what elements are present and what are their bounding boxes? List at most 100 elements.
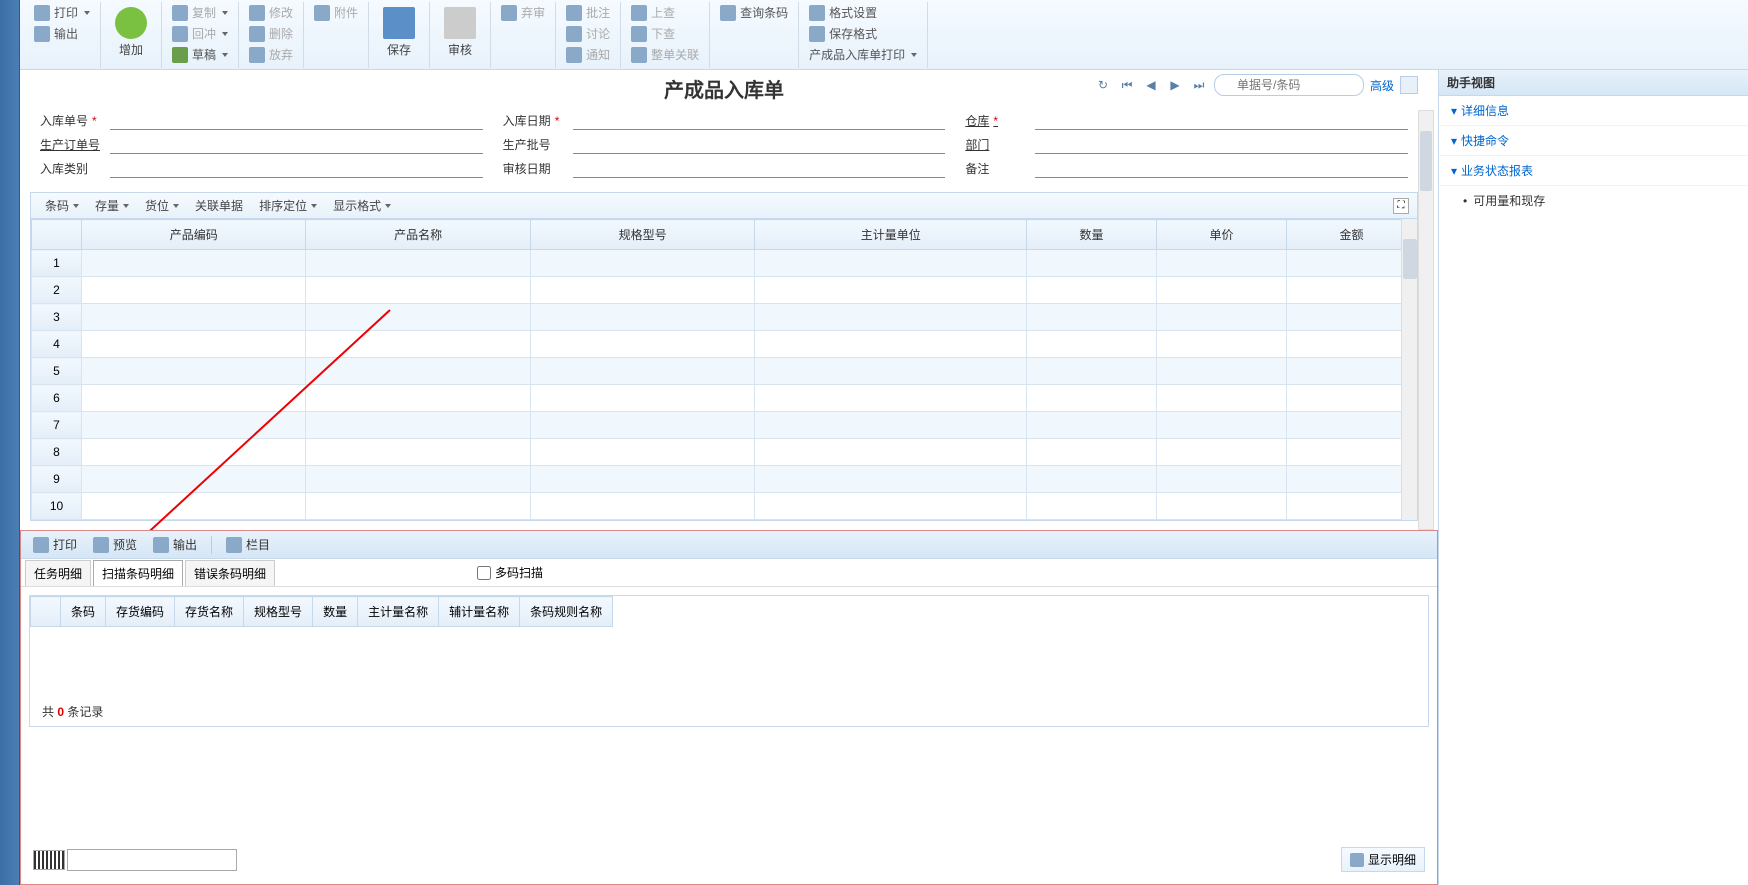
billno-input[interactable] (110, 110, 483, 130)
grid-cell[interactable] (1157, 358, 1287, 385)
table-row[interactable]: 3 (32, 304, 1417, 331)
grid-cell[interactable] (530, 466, 754, 493)
table-row[interactable]: 8 (32, 439, 1417, 466)
grid-cell[interactable] (1286, 466, 1416, 493)
attach-button[interactable]: 附件 (310, 2, 362, 23)
grid-col-header[interactable]: 主计量单位 (755, 220, 1027, 250)
grid-cell[interactable] (1027, 277, 1157, 304)
assist-detail[interactable]: ▾详细信息 (1439, 96, 1748, 126)
grid-cell[interactable] (306, 439, 530, 466)
grid-cell[interactable] (1027, 412, 1157, 439)
grid-cell[interactable] (755, 250, 1027, 277)
show-detail-button[interactable]: 显示明细 (1341, 847, 1425, 872)
bp-col-header[interactable]: 数量 (313, 597, 358, 627)
grid-cell[interactable] (1286, 493, 1416, 520)
tab-task-detail[interactable]: 任务明细 (25, 560, 91, 586)
grid-cell[interactable] (755, 331, 1027, 358)
warehouse-input[interactable] (1035, 110, 1408, 130)
bp-col-header[interactable]: 规格型号 (244, 597, 313, 627)
grid-scrollbar[interactable] (1401, 219, 1417, 520)
grid-cell[interactable] (530, 304, 754, 331)
table-row[interactable]: 6 (32, 385, 1417, 412)
grid-cell[interactable] (82, 412, 306, 439)
billdate-input[interactable] (573, 110, 946, 130)
table-row[interactable]: 1 (32, 250, 1417, 277)
bp-col-header[interactable]: 条码规则名称 (520, 597, 613, 627)
print-button[interactable]: 打印 (30, 2, 94, 23)
grid-cell[interactable] (306, 304, 530, 331)
grid-cell[interactable] (1286, 412, 1416, 439)
gt-display[interactable]: 显示格式 (327, 195, 397, 216)
next-button[interactable]: ▶ (1166, 76, 1184, 94)
grid-cell[interactable] (306, 493, 530, 520)
table-row[interactable]: 10 (32, 493, 1417, 520)
grid-cell[interactable] (306, 331, 530, 358)
export-button[interactable]: 输出 (30, 23, 94, 44)
tab-error-barcode[interactable]: 错误条码明细 (185, 560, 275, 586)
draft-button[interactable]: 草稿 (168, 44, 232, 65)
gt-sort[interactable]: 排序定位 (253, 195, 323, 216)
grid-cell[interactable] (755, 304, 1027, 331)
submit-button[interactable]: 上查 (627, 2, 703, 23)
grid-cell[interactable] (1286, 358, 1416, 385)
grid-cell[interactable] (306, 412, 530, 439)
grid-cell[interactable] (1027, 439, 1157, 466)
gt-related[interactable]: 关联单据 (189, 195, 249, 216)
grid-cell[interactable] (306, 358, 530, 385)
multiscan-toggle[interactable]: 多码扫描 (477, 564, 543, 581)
grid-cell[interactable] (1027, 358, 1157, 385)
grid-cell[interactable] (1027, 304, 1157, 331)
grid-cell[interactable] (1286, 250, 1416, 277)
multiscan-checkbox[interactable] (477, 566, 491, 580)
bp-print[interactable]: 打印 (27, 534, 83, 555)
grid-cell[interactable] (306, 277, 530, 304)
discuss-button[interactable]: 讨论 (562, 23, 614, 44)
doc-scrollbar[interactable] (1418, 110, 1434, 530)
print-doc-button[interactable]: 产成品入库单打印 (805, 44, 921, 65)
table-row[interactable]: 7 (32, 412, 1417, 439)
grid-cell[interactable] (1157, 304, 1287, 331)
calendar-icon[interactable] (1400, 76, 1418, 94)
grid-cell[interactable] (755, 277, 1027, 304)
grid-cell[interactable] (530, 439, 754, 466)
approve-button[interactable]: 批注 (562, 2, 614, 23)
grid-cell[interactable] (755, 385, 1027, 412)
audit-button[interactable]: 审核 (436, 2, 484, 62)
grid-col-header[interactable]: 单价 (1157, 220, 1287, 250)
gt-loc[interactable]: 货位 (139, 195, 185, 216)
bp-col-header[interactable]: 条码 (61, 597, 106, 627)
bp-col-header[interactable]: 存货编码 (106, 597, 175, 627)
format-set-button[interactable]: 格式设置 (805, 2, 921, 23)
grid-cell[interactable] (530, 250, 754, 277)
prev-button[interactable]: ◀ (1142, 76, 1160, 94)
memo-input[interactable] (1035, 158, 1408, 178)
grid-col-header[interactable]: 金额 (1286, 220, 1416, 250)
save-format-button[interactable]: 保存格式 (805, 23, 921, 44)
grid-col-header[interactable]: 产品编码 (82, 220, 306, 250)
lookup-button[interactable]: 下查 (627, 23, 703, 44)
grid-cell[interactable] (82, 439, 306, 466)
grid-cell[interactable] (1286, 304, 1416, 331)
grid-cell[interactable] (755, 466, 1027, 493)
last-button[interactable]: ⏭ (1190, 76, 1208, 94)
grid-cell[interactable] (306, 385, 530, 412)
search-input[interactable] (1214, 74, 1364, 96)
grid-cell[interactable] (530, 385, 754, 412)
grid-cell[interactable] (1027, 331, 1157, 358)
grid-cell[interactable] (1157, 250, 1287, 277)
grid-cell[interactable] (82, 358, 306, 385)
grid-cell[interactable] (82, 250, 306, 277)
grid-col-header[interactable]: 数量 (1027, 220, 1157, 250)
intype-input[interactable] (110, 158, 483, 178)
barcode-input[interactable] (67, 849, 237, 871)
prodbatch-input[interactable] (573, 134, 946, 154)
grid-cell[interactable] (82, 493, 306, 520)
grid-cell[interactable] (306, 466, 530, 493)
save-button[interactable]: 保存 (375, 2, 423, 62)
grid-cell[interactable] (1027, 385, 1157, 412)
prodorder-input[interactable] (110, 134, 483, 154)
grid-col-header[interactable]: 规格型号 (530, 220, 754, 250)
assist-sub-stock[interactable]: 可用量和现存 (1439, 186, 1748, 215)
tab-scan-barcode[interactable]: 扫描条码明细 (93, 560, 183, 586)
gt-stock[interactable]: 存量 (89, 195, 135, 216)
